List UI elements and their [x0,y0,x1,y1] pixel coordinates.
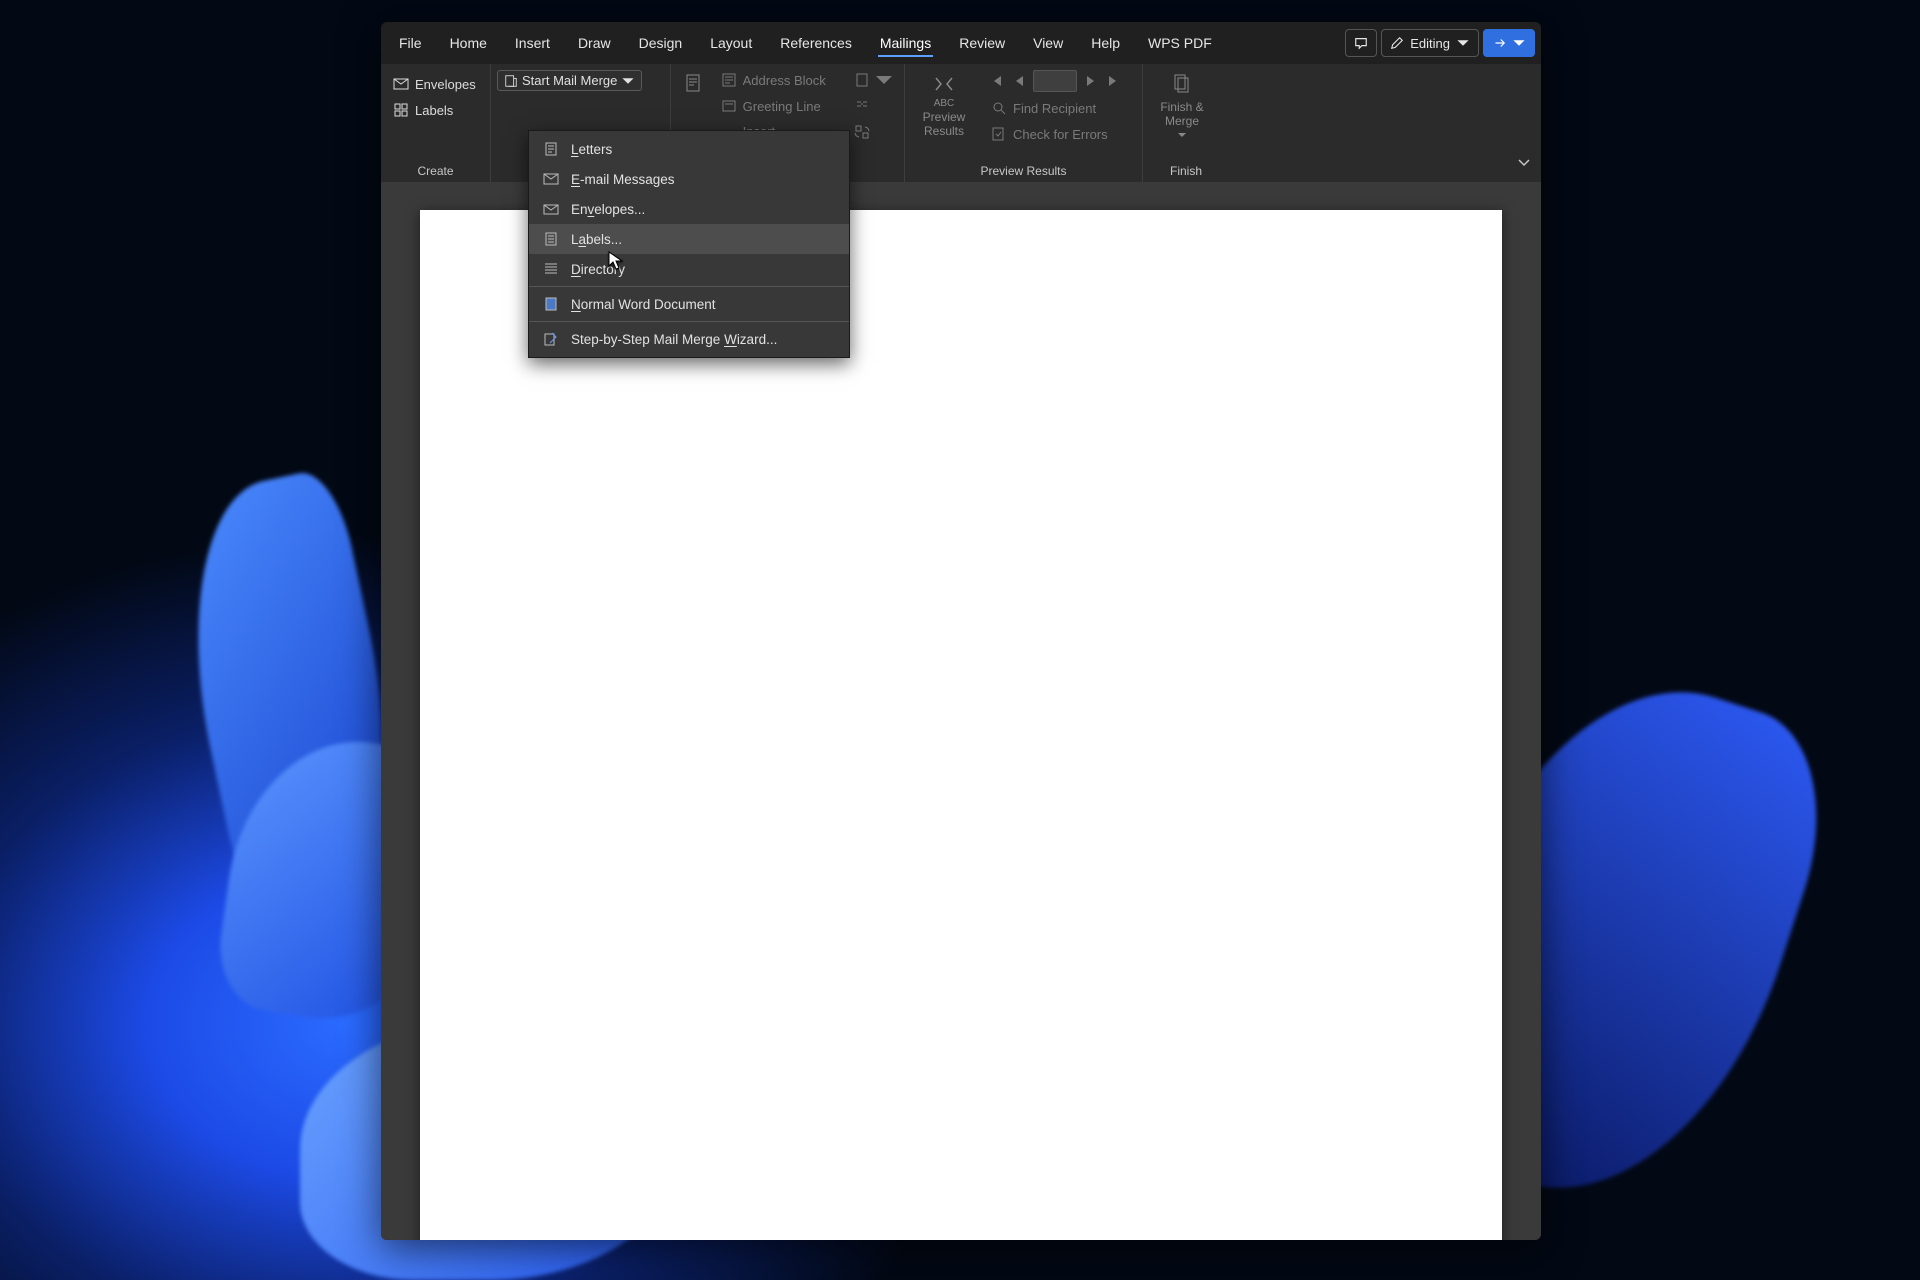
search-icon [991,100,1007,116]
address-icon [721,72,737,88]
highlight-merge-fields-button[interactable] [677,68,711,104]
record-number-input[interactable] [1033,70,1077,92]
menu-letters-label: Letters [571,142,612,157]
menu-wizard-label: Step-by-Step Mail Merge Wizard... [571,332,777,347]
comments-button[interactable] [1345,29,1377,57]
match-fields-button[interactable] [848,94,898,118]
finish-merge-label: Finish & Merge [1160,100,1203,129]
menu-normal-label: Normal Word Document [571,297,716,312]
rules-icon [854,72,870,88]
tab-review[interactable]: Review [947,27,1017,59]
email-icon [543,171,559,187]
tab-mailings[interactable]: Mailings [868,27,943,59]
address-block-label: Address Block [743,73,826,88]
last-record-button[interactable] [1103,70,1125,92]
envelope-icon [543,201,559,217]
tab-layout[interactable]: Layout [698,27,764,59]
group-create-label: Create [387,161,484,180]
editing-label: Editing [1410,36,1450,51]
finish-icon [1170,72,1194,96]
document-icon [682,72,706,96]
directory-icon [543,261,559,277]
group-create: Envelopes Labels Create [381,64,491,182]
document-page[interactable] [420,210,1502,1240]
labels-icon [543,231,559,247]
tab-draw[interactable]: Draw [566,27,623,59]
group-preview-results: ABC Preview Results Find Recipient [905,64,1143,182]
check-icon [991,126,1007,142]
menu-wizard[interactable]: Step-by-Step Mail Merge Wizard... [529,324,849,354]
menu-directory-label: Directory [571,262,625,277]
tab-help[interactable]: Help [1079,27,1132,59]
chevron-down-icon [1178,131,1186,139]
next-record-button[interactable] [1079,70,1101,92]
preview-results-button[interactable]: ABC Preview Results [911,68,977,143]
finish-merge-button[interactable]: Finish & Merge [1149,68,1215,147]
greeting-line-label: Greeting Line [743,99,821,114]
menu-letters[interactable]: Letters [529,134,849,164]
menu-labels-label: Labels... [571,232,622,247]
menu-directory[interactable]: Directory [529,254,849,284]
address-block-button[interactable]: Address Block [715,68,840,92]
menu-normal-document[interactable]: Normal Word Document [529,289,849,319]
chevron-down-icon [876,72,892,88]
rules-button[interactable] [848,68,898,92]
check-errors-button[interactable]: Check for Errors [985,122,1125,146]
chevron-down-icon [1456,36,1470,50]
tab-home[interactable]: Home [438,27,499,59]
start-mail-merge-menu: Letters E-mail Messages Envelopes... Lab… [528,130,850,358]
menu-separator [529,321,849,322]
envelopes-button[interactable]: Envelopes [387,72,482,96]
labels-icon [393,102,409,118]
find-recipient-button[interactable]: Find Recipient [985,96,1125,120]
mailmerge-icon [504,74,518,88]
pencil-icon [1390,36,1404,50]
update-labels-icon [854,124,870,140]
envelope-icon [393,76,409,92]
share-button[interactable] [1483,29,1535,57]
tab-wpspdf[interactable]: WPS PDF [1136,27,1224,59]
group-preview-label: Preview Results [911,161,1136,180]
share-icon [1492,36,1506,50]
comment-icon [1354,36,1368,50]
wizard-icon [543,331,559,347]
start-mail-merge-button[interactable]: Start Mail Merge [497,70,642,91]
chevron-down-icon [1512,36,1526,50]
chevron-down-icon [621,74,635,88]
menu-envelopes-label: Envelopes... [571,202,645,217]
greeting-icon [721,98,737,114]
document-icon [543,296,559,312]
chevron-down-icon [1517,155,1531,169]
labels-label: Labels [415,103,453,118]
menu-envelopes[interactable]: Envelopes... [529,194,849,224]
group-finish-label: Finish [1149,161,1223,180]
start-mail-merge-label: Start Mail Merge [522,73,617,88]
find-recipient-label: Find Recipient [1013,101,1096,116]
tab-insert[interactable]: Insert [503,27,562,59]
menu-email[interactable]: E-mail Messages [529,164,849,194]
letter-icon [543,141,559,157]
check-errors-label: Check for Errors [1013,127,1108,142]
match-icon [854,98,870,114]
first-record-button[interactable] [985,70,1007,92]
group-finish: Finish & Merge Finish [1143,64,1229,182]
preview-results-label: Preview Results [923,110,966,139]
editing-mode-button[interactable]: Editing [1381,29,1479,57]
collapse-ribbon-button[interactable] [1517,155,1531,174]
tab-file[interactable]: File [387,27,434,59]
tab-design[interactable]: Design [627,27,695,59]
menu-email-label: E-mail Messages [571,172,675,187]
menu-bar: File Home Insert Draw Design Layout Refe… [381,22,1541,64]
labels-button[interactable]: Labels [387,98,482,122]
update-labels-button[interactable] [848,120,898,144]
menu-separator [529,286,849,287]
menu-labels[interactable]: Labels... [529,224,849,254]
greeting-line-button[interactable]: Greeting Line [715,94,840,118]
abc-label: ABC [934,98,955,110]
preview-icon [932,72,956,96]
prev-record-button[interactable] [1009,70,1031,92]
tab-references[interactable]: References [768,27,864,59]
tab-view[interactable]: View [1021,27,1075,59]
envelopes-label: Envelopes [415,77,476,92]
